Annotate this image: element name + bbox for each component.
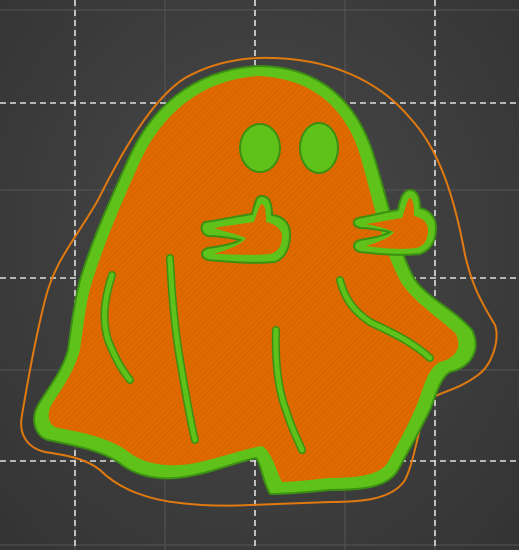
slicer-preview-canvas[interactable]	[0, 0, 519, 550]
ghost-left-eye	[239, 123, 281, 173]
ghost-right-eye	[299, 122, 339, 174]
build-plate-viewport[interactable]	[0, 0, 519, 550]
